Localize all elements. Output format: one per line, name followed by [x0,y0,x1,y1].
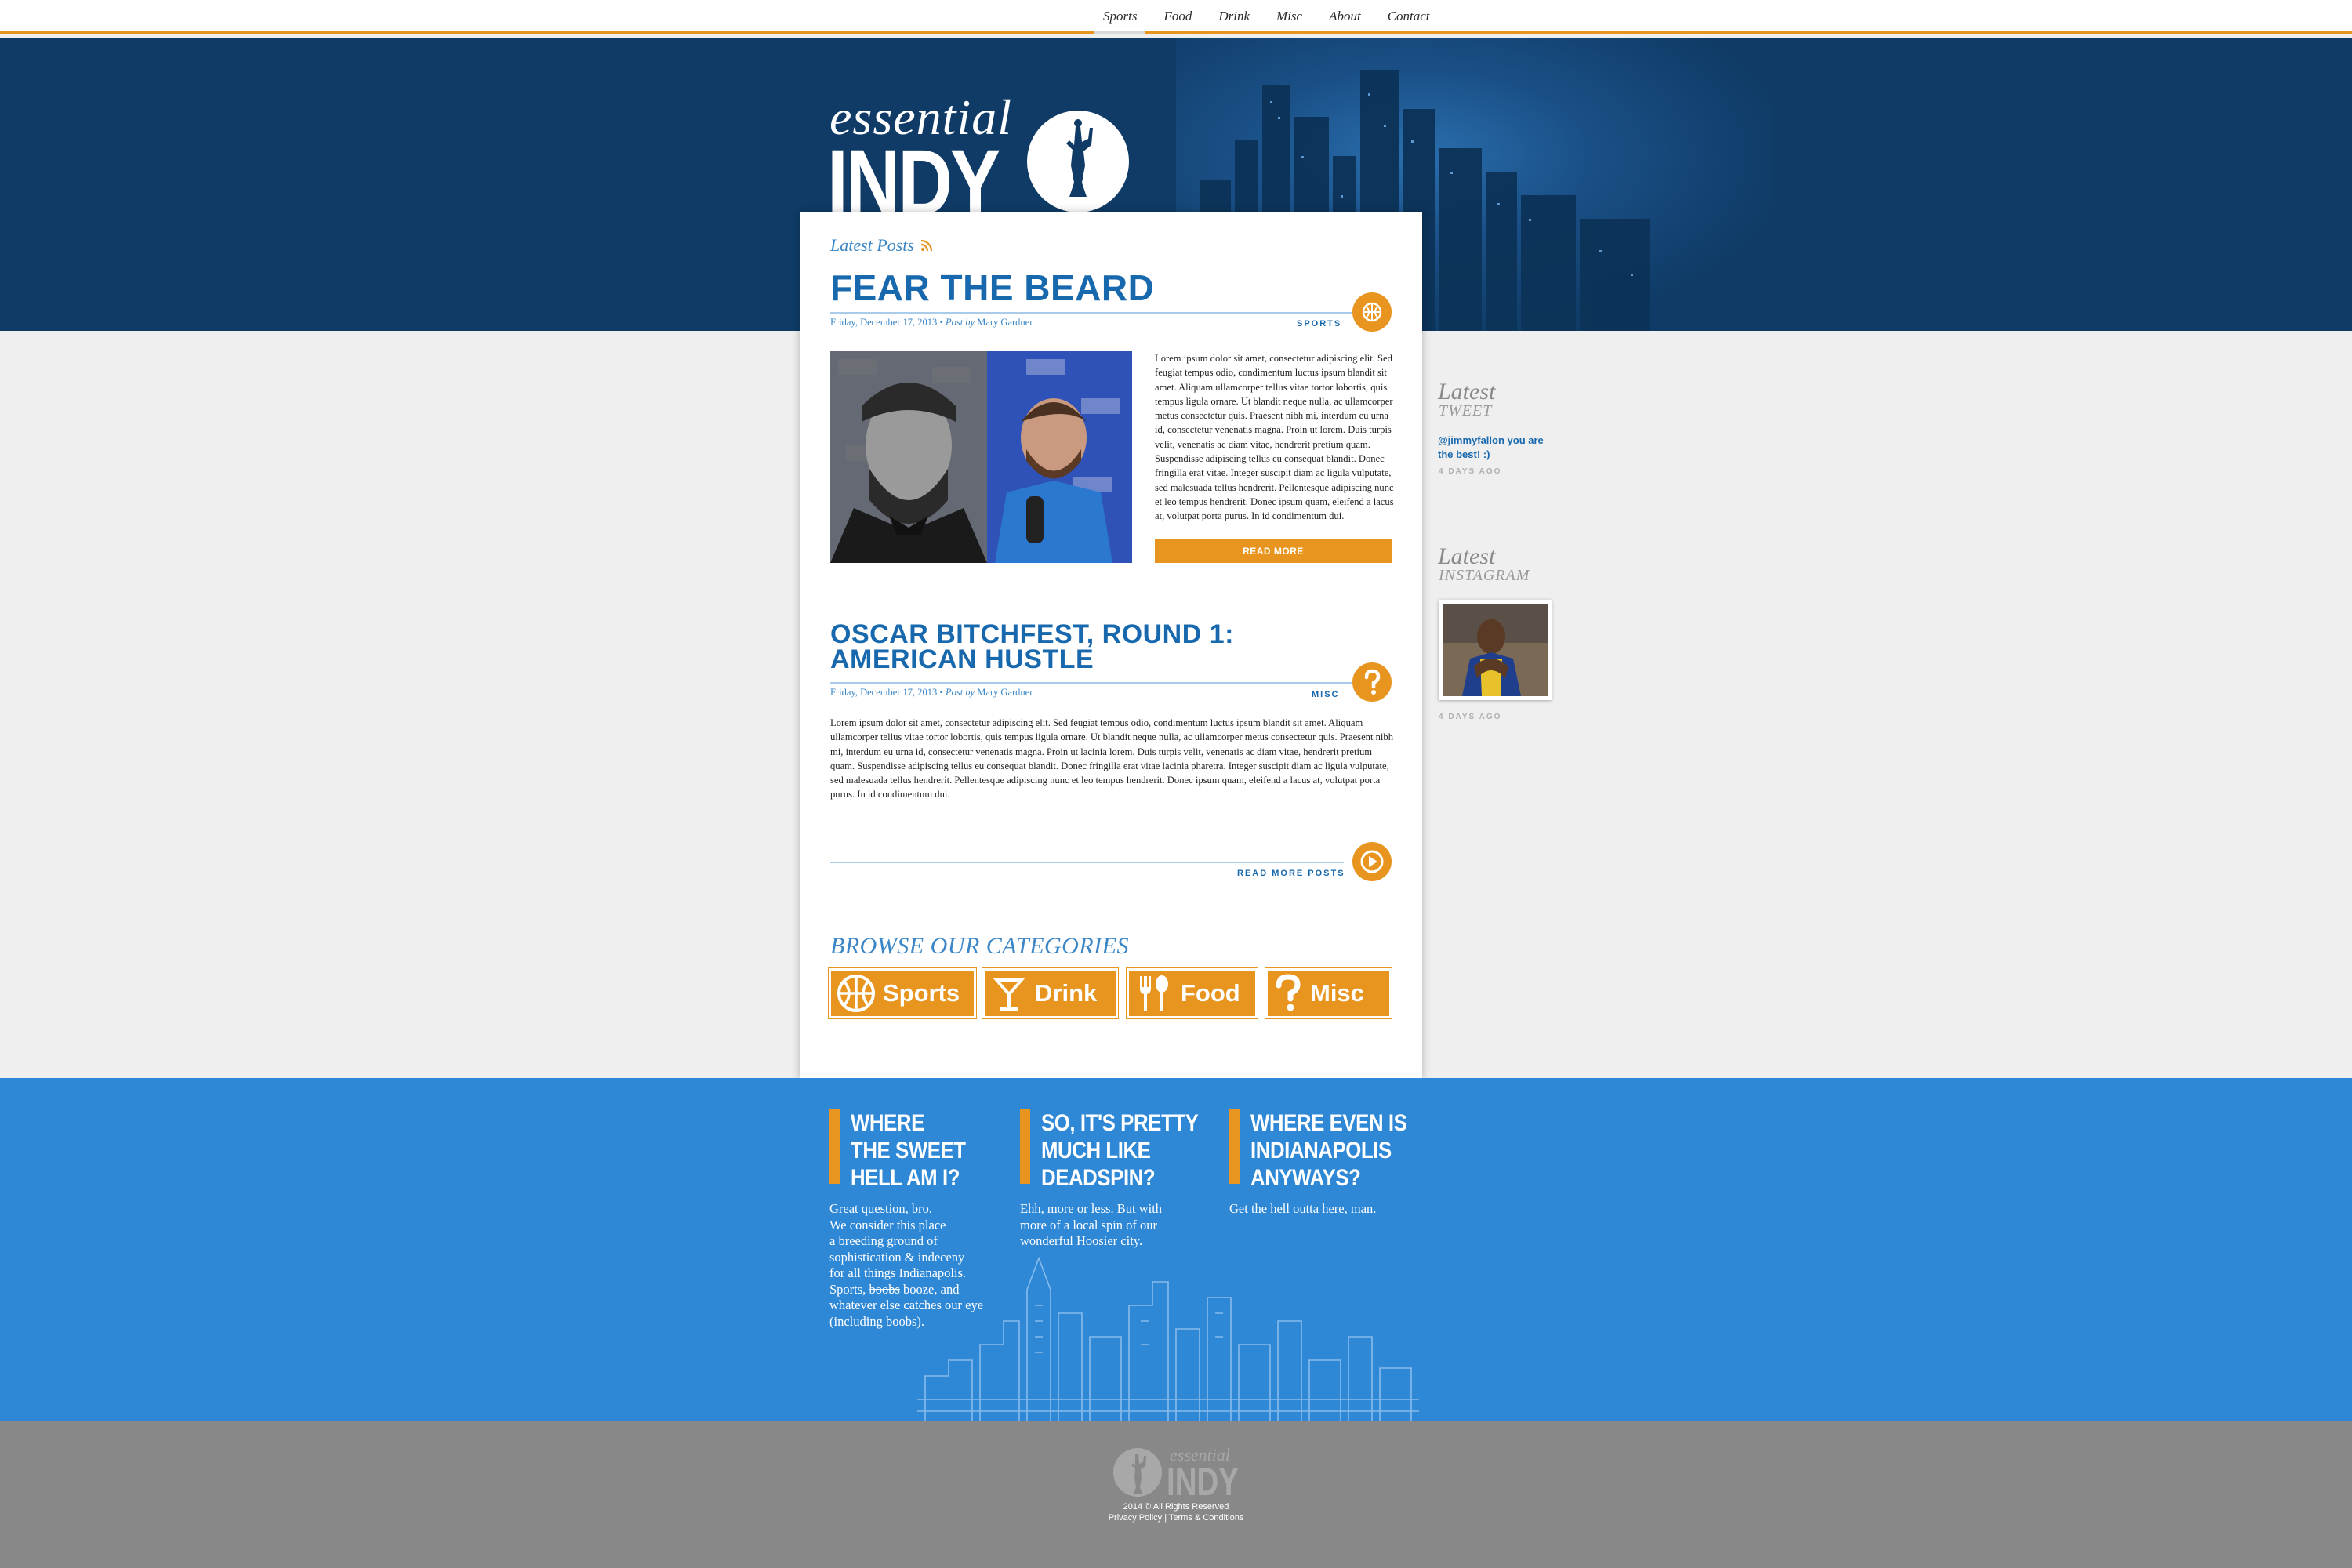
nav-item-drink[interactable]: Drink [1205,8,1263,31]
post-divider [830,682,1383,684]
site-footer: essential INDY 2014 © All Rights Reserve… [0,1421,2352,1568]
post-meta: Friday, December 17, 2013 • Post by Mary… [830,687,1033,699]
about-text: Great question, bro. We consider this pl… [829,1201,1002,1330]
read-more-button[interactable]: READ MORE [1155,539,1392,563]
copyright-text: 2014 © All Rights Reserved [1123,1502,1229,1512]
about-heading: WHERE EVEN IS INDIANAPOLIS ANYWAYS? [1250,1110,1407,1191]
category-button-label: Food [1181,979,1240,1007]
post-date: Friday, December 17, 2013 [830,687,938,698]
nav-item-about[interactable]: About [1316,8,1374,31]
post-author[interactable]: Mary Gardner [977,687,1033,698]
read-more-posts-link[interactable]: READ MORE POSTS [1237,869,1345,878]
category-button-drink[interactable]: Drink [982,967,1119,1019]
footer-links: Privacy Policy | Terms & Conditions [0,1513,2352,1523]
top-navigation: Sports Food Drink Misc About Contact [0,0,2352,34]
latest-tweet-heading: Latest [1438,379,1496,405]
post-divider [830,312,1383,314]
latest-tweet-subheading: TWEET [1439,402,1493,419]
privacy-policy-link[interactable]: Privacy Policy [1109,1513,1162,1523]
tweet-timestamp: 4 DAYS AGO [1439,467,1502,476]
accent-bar [1229,1109,1240,1184]
basketball-icon[interactable] [1352,292,1392,332]
nav-item-food[interactable]: Food [1150,8,1205,31]
post-author[interactable]: Mary Gardner [977,317,1033,328]
monument-statue-icon [1027,111,1129,212]
basketball-icon [837,975,875,1012]
about-text: Get the hell outta here, man. [1229,1201,1377,1216]
nav-item-contact[interactable]: Contact [1374,8,1443,31]
category-button-food[interactable]: Food [1126,967,1258,1019]
post-title[interactable]: OSCAR BITCHFEST, ROUND 1: AMERICAN HUSTL… [830,619,1234,674]
about-heading: WHERE THE SWEET HELL AM I? [851,1110,966,1191]
accent-bar [1020,1109,1030,1184]
post-category[interactable]: SPORTS [1297,319,1341,328]
question-icon [1276,974,1301,1011]
post-date: Friday, December 17, 2013 [830,317,938,328]
utensils-icon [1140,975,1168,1011]
meta-separator: • [939,317,946,328]
category-button-label: Drink [1035,979,1098,1007]
terms-conditions-link[interactable]: Terms & Conditions [1169,1513,1243,1523]
browse-categories-heading: BROWSE OUR CATEGORIES [830,933,1129,959]
category-button-label: Sports [883,979,960,1007]
footer-logo-line2: INDY [1167,1460,1239,1498]
post-excerpt: Lorem ipsum dolor sit amet, consectetur … [1155,353,1394,522]
more-posts-divider [830,862,1344,863]
category-button-misc[interactable]: Misc [1265,967,1392,1019]
latest-instagram-heading: Latest [1438,543,1496,569]
nav-item-sports[interactable]: Sports [1090,8,1150,34]
about-heading: SO, IT'S PRETTY MUCH LIKE DEADSPIN? [1041,1110,1199,1191]
post-title[interactable]: FEAR THE BEARD [830,270,1154,306]
instagram-image [1443,604,1548,696]
about-section: WHERE THE SWEET HELL AM I? Great questio… [0,1078,2352,1421]
post-author-prefix: Post by [945,687,975,698]
instagram-timestamp: 4 DAYS AGO [1439,713,1502,721]
main-content-card: Latest Posts FEAR THE BEARD Friday, Dece… [800,212,1422,1080]
latest-instagram-subheading: INSTAGRAM [1439,567,1530,584]
post-category[interactable]: MISC [1312,690,1340,699]
question-icon[interactable] [1352,662,1392,702]
post-title-line-1: OSCAR BITCHFEST, ROUND 1: [830,619,1234,649]
latest-tweet-text[interactable]: @jimmyfallon you are the best! :) [1438,434,1555,462]
post-excerpt: Lorem ipsum dolor sit amet, consectetur … [830,717,1394,800]
play-arrow-icon[interactable] [1352,842,1392,881]
rss-icon[interactable] [920,239,933,252]
footer-logo[interactable]: essential INDY [1112,1445,1241,1504]
instagram-photo[interactable] [1439,600,1552,700]
latest-posts-heading: Latest Posts [830,235,914,255]
meta-separator: • [939,687,946,698]
footer-link-separator: | [1164,1513,1167,1523]
nav-item-misc[interactable]: Misc [1263,8,1316,31]
post-meta: Friday, December 17, 2013 • Post by Mary… [830,317,1033,328]
category-button-label: Misc [1310,979,1364,1007]
cocktail-icon [993,978,1025,1011]
about-text: Ehh, more or less. But with more of a lo… [1020,1201,1163,1248]
category-button-sports[interactable]: Sports [828,967,977,1019]
accent-bar [829,1109,840,1184]
post-image[interactable] [830,351,1132,563]
post-title-line-2: AMERICAN HUSTLE [830,644,1094,674]
nav-list: Sports Food Drink Misc About Contact [1090,8,1443,34]
post-author-prefix: Post by [945,317,975,328]
about-text-struck: boobs [869,1281,900,1297]
